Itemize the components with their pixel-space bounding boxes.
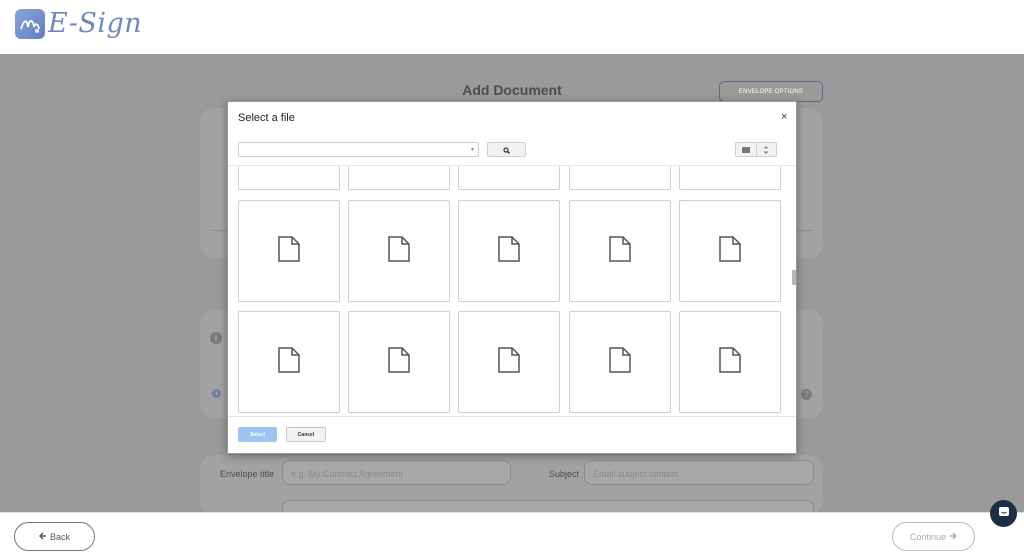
- file-tile[interactable]: [458, 200, 560, 302]
- file-icon: [609, 235, 631, 267]
- file-icon: [719, 235, 741, 267]
- arrow-left-icon: [38, 532, 47, 542]
- dialog-footer: Select Cancel: [228, 416, 796, 454]
- chat-widget-button[interactable]: [990, 500, 1017, 527]
- select-button[interactable]: Select: [238, 427, 277, 442]
- folder-select[interactable]: ▼: [238, 142, 479, 157]
- file-tile[interactable]: [679, 166, 781, 190]
- file-tile[interactable]: [569, 200, 671, 302]
- file-icon: [719, 346, 741, 378]
- file-icon: [278, 235, 300, 267]
- file-tile[interactable]: [238, 166, 340, 190]
- file-tile[interactable]: [348, 200, 450, 302]
- view-toggle: [735, 142, 777, 157]
- file-icon: [278, 346, 300, 378]
- file-icon: [388, 235, 410, 267]
- dialog-title: Select a file: [238, 112, 295, 124]
- file-icon: [498, 235, 520, 267]
- close-icon[interactable]: ×: [781, 111, 787, 123]
- continue-button-label: Continue: [909, 531, 947, 542]
- file-tile[interactable]: [348, 311, 450, 413]
- list-view-icon[interactable]: [736, 143, 757, 156]
- back-button[interactable]: Back: [14, 522, 95, 551]
- file-picker-dialog: Select a file × ▼ Select Cancel: [227, 101, 797, 454]
- search-button[interactable]: [487, 142, 526, 157]
- file-tile[interactable]: [569, 311, 671, 413]
- file-tile[interactable]: [458, 166, 560, 190]
- info-icon: i: [210, 332, 222, 344]
- logo-icon: [15, 8, 45, 39]
- subject-label: Subject: [549, 469, 580, 479]
- file-tile[interactable]: [238, 311, 340, 413]
- file-icon: [388, 346, 410, 378]
- file-tile[interactable]: [238, 200, 340, 302]
- search-icon: [503, 141, 510, 159]
- scrollbar-thumb[interactable]: [792, 270, 796, 285]
- arrow-right-icon: [949, 532, 958, 542]
- app-logo[interactable]: E-Sign: [15, 8, 142, 39]
- file-tile[interactable]: [348, 166, 450, 190]
- add-icon[interactable]: +: [212, 389, 221, 398]
- logo-text: E-Sign: [48, 8, 143, 39]
- file-grid: [228, 166, 796, 416]
- file-tile[interactable]: [569, 166, 671, 190]
- file-icon: [498, 346, 520, 378]
- help-icon[interactable]: ?: [801, 389, 812, 400]
- cancel-button[interactable]: Cancel: [286, 427, 326, 442]
- chevron-down-icon: ▼: [470, 147, 475, 153]
- app-header: E-Sign: [0, 0, 1024, 54]
- page-title: Add Document: [462, 82, 562, 98]
- envelope-options-button[interactable]: ENVELOPE OPTIONS: [719, 81, 823, 102]
- envelope-title-field[interactable]: e.g. My Contract Agreement: [282, 460, 511, 485]
- file-tile[interactable]: [679, 311, 781, 413]
- back-button-label: Back: [49, 531, 70, 542]
- file-icon: [609, 346, 631, 378]
- file-tile[interactable]: [679, 200, 781, 302]
- continue-button[interactable]: Continue: [892, 522, 975, 551]
- subject-field[interactable]: Email subject content: [584, 460, 814, 485]
- envelope-title-label: Envelope title: [220, 469, 275, 479]
- file-tile[interactable]: [458, 311, 560, 413]
- page-footer: Back Continue: [0, 512, 1024, 555]
- chat-icon: [998, 505, 1010, 523]
- sort-icon[interactable]: [757, 143, 777, 156]
